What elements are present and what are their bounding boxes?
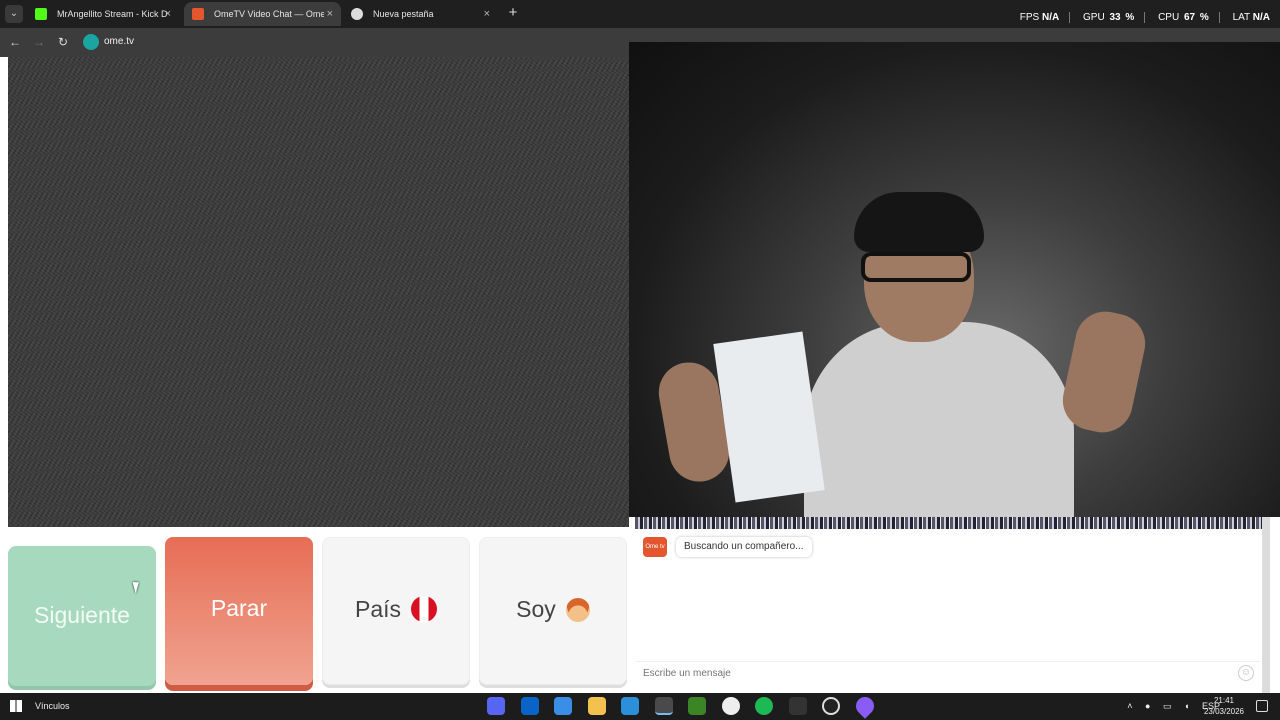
ometv-page: Siguiente Parar País Soy Ome tv Buscando… <box>0 42 1280 693</box>
boy-emoji-icon <box>565 598 590 622</box>
self-webcam-video <box>629 42 1280 517</box>
gender-button[interactable]: Soy <box>479 537 627 685</box>
close-icon[interactable]: × <box>484 2 490 26</box>
spotify-icon[interactable] <box>755 697 774 715</box>
next-button[interactable]: Siguiente <box>8 546 156 686</box>
new-tab-button[interactable]: + <box>504 4 522 22</box>
files-icon[interactable] <box>587 697 606 715</box>
chat-panel: Ome tv Buscando un compañero... ☺ <box>636 529 1260 689</box>
minecraft-icon[interactable] <box>688 697 707 715</box>
webcam-person-shirt <box>804 322 1074 517</box>
partner-video-static <box>8 57 629 527</box>
windows-taskbar: Vínculos ˄ ● ▭ ◖ ESP 21:41 23/03/2026 <box>0 693 1280 720</box>
reload-icon[interactable]: ↻ <box>55 34 71 50</box>
screen: ⌄ MrAngellito Stream - Kick Dashb × OmeT… <box>0 0 1280 720</box>
webcam-paper-sheet <box>713 331 825 503</box>
speedtest-icon[interactable] <box>822 697 841 715</box>
taskbar-clock[interactable]: 21:41 23/03/2026 <box>1204 695 1244 717</box>
ometv-icon <box>192 8 204 20</box>
ometv-logo: Ome tv <box>643 537 667 557</box>
store-icon[interactable] <box>554 697 573 715</box>
epic-icon[interactable] <box>788 697 807 715</box>
obs-icon[interactable] <box>721 697 740 715</box>
discord-icon[interactable] <box>487 697 505 715</box>
chevron-up-icon[interactable]: ˄ <box>1127 701 1132 711</box>
chat-message-input[interactable] <box>636 661 1260 685</box>
forward-arrow-icon[interactable]: → <box>31 34 47 50</box>
drop-icon[interactable] <box>851 693 878 719</box>
page-scrollbar[interactable] <box>1262 517 1270 693</box>
app-f-icon[interactable] <box>621 697 640 715</box>
kick-icon <box>35 8 47 20</box>
tab-ometv[interactable]: OmeTV Video Chat — Ome × <box>184 2 341 26</box>
close-icon[interactable]: × <box>327 2 333 26</box>
site-info-icon[interactable] <box>83 34 99 50</box>
stop-button[interactable]: Parar <box>165 537 313 685</box>
back-arrow-icon[interactable]: ← <box>7 34 23 50</box>
outlook-icon[interactable] <box>520 697 539 715</box>
windows-start-icon[interactable] <box>10 700 22 712</box>
tab-new-tab[interactable]: Nueva pestaña × <box>343 2 498 26</box>
chrome-icon[interactable] <box>654 697 673 715</box>
close-icon[interactable]: × <box>165 2 171 26</box>
links-toolbar[interactable]: Vínculos <box>35 693 70 720</box>
chat-status-message: Buscando un compañero... <box>676 537 812 557</box>
tab-strip: ⌄ MrAngellito Stream - Kick Dashb × OmeT… <box>0 0 1280 28</box>
notification-icon[interactable] <box>1256 700 1268 712</box>
address-bar[interactable]: ome.tv <box>80 31 628 53</box>
peru-flag-icon <box>411 596 438 622</box>
webcam-person-hair <box>854 192 984 252</box>
performance-overlay: FPS N/A GPU 33 % CPU 67 % LAT N/A <box>1019 11 1270 23</box>
microphone-icon[interactable]: ● <box>1145 701 1150 711</box>
volume-icon[interactable]: ◖ <box>1184 701 1189 711</box>
webcam-person-right-hand <box>1057 306 1151 438</box>
webcam-person-glasses <box>861 252 971 282</box>
country-button[interactable]: País <box>322 537 470 685</box>
emoji-icon[interactable]: ☺ <box>1238 665 1254 681</box>
chrome-icon <box>351 8 363 20</box>
tab-kick[interactable]: MrAngellito Stream - Kick Dashb × <box>27 2 179 26</box>
taskbar-apps <box>487 693 887 719</box>
video-glitch-strip <box>635 517 1262 529</box>
network-icon[interactable]: ▭ <box>1163 701 1172 711</box>
tab-search-button[interactable]: ⌄ <box>5 5 23 23</box>
